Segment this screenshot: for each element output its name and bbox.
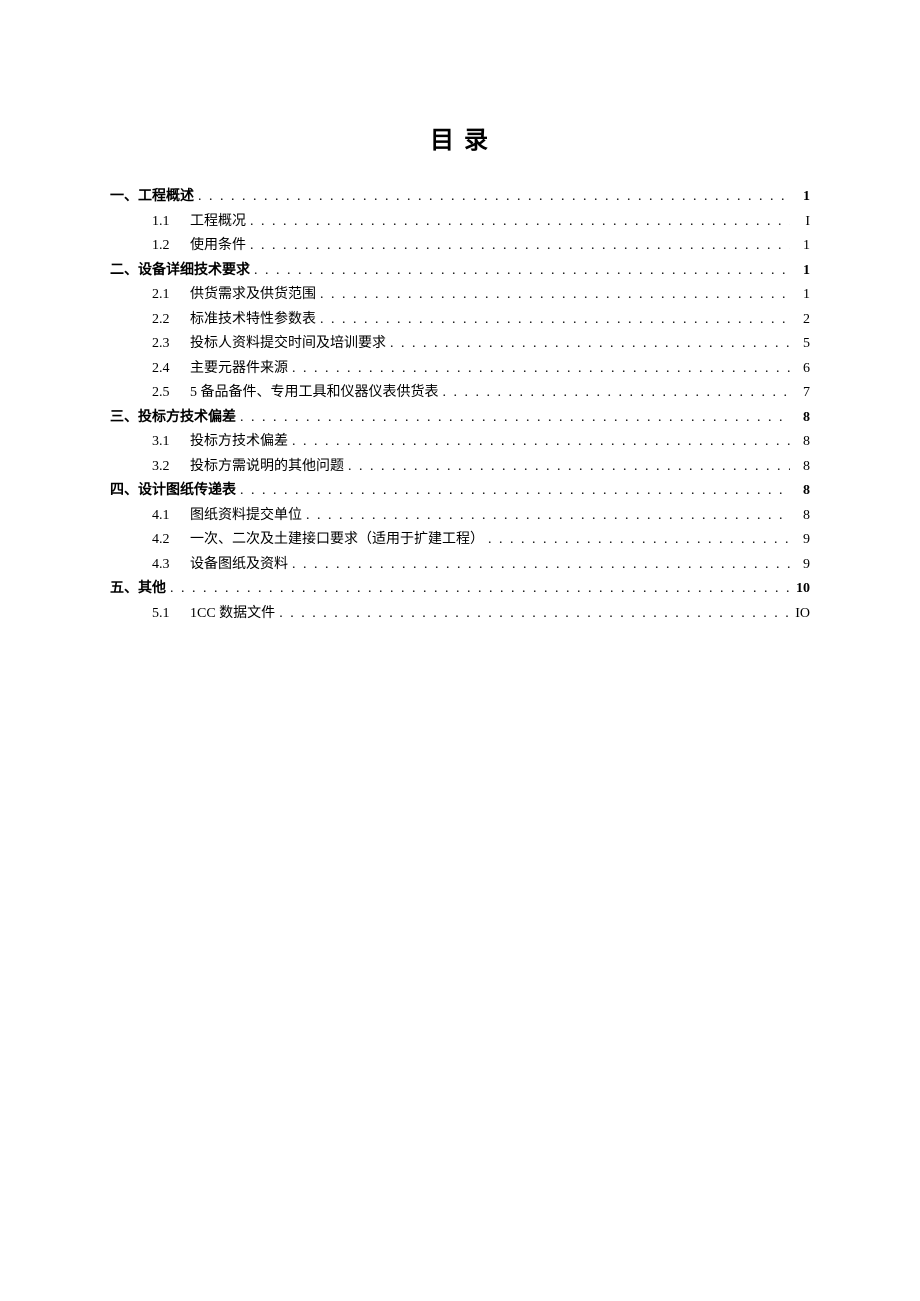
toc-entry-page: 8 — [790, 430, 810, 455]
toc-entry-page: 1 — [790, 185, 810, 210]
toc-leader-dots: . . . . . . . . . . . . . . . . . . . . … — [302, 504, 790, 529]
toc-entry: 1.2使用条件. . . . . . . . . . . . . . . . .… — [110, 234, 810, 259]
toc-entry-marker: 5.1 — [152, 602, 190, 627]
toc-leader-dots: . . . . . . . . . . . . . . . . . . . . … — [236, 406, 790, 431]
toc-entry-page: 1 — [790, 283, 810, 308]
toc-entry: 1.1工程概况. . . . . . . . . . . . . . . . .… — [110, 210, 810, 235]
toc-entry-title: 工程概述 — [138, 185, 194, 210]
toc-entry-title: 工程概况 — [190, 210, 246, 235]
toc-entry-page: 7 — [790, 381, 810, 406]
toc-leader-dots: . . . . . . . . . . . . . . . . . . . . … — [288, 357, 790, 382]
toc-entry: 4.1图纸资料提交单位. . . . . . . . . . . . . . .… — [110, 504, 810, 529]
toc-leader-dots: . . . . . . . . . . . . . . . . . . . . … — [344, 455, 790, 480]
toc-entry-marker: 三、 — [110, 406, 138, 431]
toc-entry-marker: 3.1 — [152, 430, 190, 455]
toc-entry-title: 标准技术特性参数表 — [190, 308, 316, 333]
toc-entry-title: 设备详细技术要求 — [138, 259, 250, 284]
toc-entry-page: 9 — [790, 528, 810, 553]
toc-entry: 5.11CC 数据文件. . . . . . . . . . . . . . .… — [110, 602, 810, 627]
toc-entry-page: IO — [790, 602, 810, 627]
toc-entry-title: 投标方需说明的其他问题 — [190, 455, 344, 480]
toc-leader-dots: . . . . . . . . . . . . . . . . . . . . … — [316, 283, 790, 308]
toc-entry: 二、设备详细技术要求. . . . . . . . . . . . . . . … — [110, 259, 810, 284]
toc-entry: 2.55 备品备件、专用工具和仪器仪表供货表. . . . . . . . . … — [110, 381, 810, 406]
toc-entry-title: 主要元器件来源 — [190, 357, 288, 382]
toc-entry-title: 使用条件 — [190, 234, 246, 259]
toc-entry-title: 5 备品备件、专用工具和仪器仪表供货表 — [190, 381, 439, 406]
toc-leader-dots: . . . . . . . . . . . . . . . . . . . . … — [236, 479, 790, 504]
toc-entry-marker: 2.4 — [152, 357, 190, 382]
toc-entry-marker: 4.1 — [152, 504, 190, 529]
toc-entry-page: 2 — [790, 308, 810, 333]
toc-entry-title: 图纸资料提交单位 — [190, 504, 302, 529]
toc-entry: 3.2投标方需说明的其他问题. . . . . . . . . . . . . … — [110, 455, 810, 480]
toc-entry-title: 一次、二次及土建接口要求（适用于扩建工程） — [190, 528, 484, 553]
toc-entry-page: I — [790, 210, 810, 235]
toc-entry: 2.3投标人资料提交时间及培训要求. . . . . . . . . . . .… — [110, 332, 810, 357]
toc-entry: 四、设计图纸传递表. . . . . . . . . . . . . . . .… — [110, 479, 810, 504]
toc-leader-dots: . . . . . . . . . . . . . . . . . . . . … — [316, 308, 790, 333]
toc-entry-marker: 四、 — [110, 479, 138, 504]
toc-entry-marker: 一、 — [110, 185, 138, 210]
toc-entry: 2.2标准技术特性参数表. . . . . . . . . . . . . . … — [110, 308, 810, 333]
toc-entry-title: 1CC 数据文件 — [190, 602, 275, 627]
toc-entry: 2.1供货需求及供货范围. . . . . . . . . . . . . . … — [110, 283, 810, 308]
toc-entry-title: 设计图纸传递表 — [138, 479, 236, 504]
toc-entry-page: 6 — [790, 357, 810, 382]
toc-entry-title: 设备图纸及资料 — [190, 553, 288, 578]
toc-entry-title: 其他 — [138, 577, 166, 602]
toc-entry: 五、其他. . . . . . . . . . . . . . . . . . … — [110, 577, 810, 602]
toc-leader-dots: . . . . . . . . . . . . . . . . . . . . … — [288, 430, 790, 455]
toc-entry-title: 投标方技术偏差 — [190, 430, 288, 455]
toc-entry-marker: 2.2 — [152, 308, 190, 333]
toc-entry-page: 8 — [790, 455, 810, 480]
toc-entry-title: 供货需求及供货范围 — [190, 283, 316, 308]
toc-leader-dots: . . . . . . . . . . . . . . . . . . . . … — [250, 259, 790, 284]
toc-leader-dots: . . . . . . . . . . . . . . . . . . . . … — [439, 381, 791, 406]
toc-entry-page: 1 — [790, 234, 810, 259]
toc-entry-marker: 1.1 — [152, 210, 190, 235]
toc-leader-dots: . . . . . . . . . . . . . . . . . . . . … — [246, 234, 790, 259]
toc-leader-dots: . . . . . . . . . . . . . . . . . . . . … — [288, 553, 790, 578]
table-of-contents: 一、工程概述. . . . . . . . . . . . . . . . . … — [110, 185, 810, 626]
toc-leader-dots: . . . . . . . . . . . . . . . . . . . . … — [275, 602, 790, 627]
toc-entry-marker: 3.2 — [152, 455, 190, 480]
toc-entry-marker: 2.1 — [152, 283, 190, 308]
toc-entry-marker: 4.2 — [152, 528, 190, 553]
toc-entry-page: 10 — [790, 577, 810, 602]
toc-leader-dots: . . . . . . . . . . . . . . . . . . . . … — [484, 528, 790, 553]
toc-entry-page: 8 — [790, 406, 810, 431]
toc-entry-title: 投标人资料提交时间及培训要求 — [190, 332, 386, 357]
toc-entry: 4.3设备图纸及资料. . . . . . . . . . . . . . . … — [110, 553, 810, 578]
toc-leader-dots: . . . . . . . . . . . . . . . . . . . . … — [246, 210, 790, 235]
toc-leader-dots: . . . . . . . . . . . . . . . . . . . . … — [194, 185, 790, 210]
toc-entry-page: 8 — [790, 479, 810, 504]
toc-entry: 2.4主要元器件来源. . . . . . . . . . . . . . . … — [110, 357, 810, 382]
toc-entry-marker: 2.3 — [152, 332, 190, 357]
toc-leader-dots: . . . . . . . . . . . . . . . . . . . . … — [386, 332, 790, 357]
toc-entry-title: 投标方技术偏差 — [138, 406, 236, 431]
toc-entry-page: 8 — [790, 504, 810, 529]
toc-entry: 3.1投标方技术偏差. . . . . . . . . . . . . . . … — [110, 430, 810, 455]
toc-leader-dots: . . . . . . . . . . . . . . . . . . . . … — [166, 577, 790, 602]
toc-entry-page: 5 — [790, 332, 810, 357]
toc-entry-marker: 4.3 — [152, 553, 190, 578]
toc-entry-marker: 2.5 — [152, 381, 190, 406]
toc-entry-marker: 1.2 — [152, 234, 190, 259]
toc-entry: 4.2一次、二次及土建接口要求（适用于扩建工程）. . . . . . . . … — [110, 528, 810, 553]
toc-entry: 一、工程概述. . . . . . . . . . . . . . . . . … — [110, 185, 810, 210]
toc-entry: 三、投标方技术偏差. . . . . . . . . . . . . . . .… — [110, 406, 810, 431]
toc-entry-marker: 二、 — [110, 259, 138, 284]
toc-entry-marker: 五、 — [110, 577, 138, 602]
toc-entry-page: 9 — [790, 553, 810, 578]
toc-entry-page: 1 — [790, 259, 810, 284]
toc-title: 目 录 — [110, 120, 810, 155]
